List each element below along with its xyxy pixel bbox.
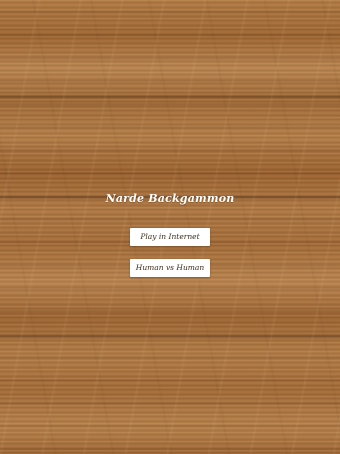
play-in-internet-button[interactable]: Play in Internet xyxy=(130,228,210,246)
game-title: Narde Backgammon xyxy=(105,192,235,205)
main-menu: Narde Backgammon Play in Internet Human … xyxy=(0,0,340,454)
human-vs-human-button[interactable]: Human vs Human xyxy=(130,259,210,277)
